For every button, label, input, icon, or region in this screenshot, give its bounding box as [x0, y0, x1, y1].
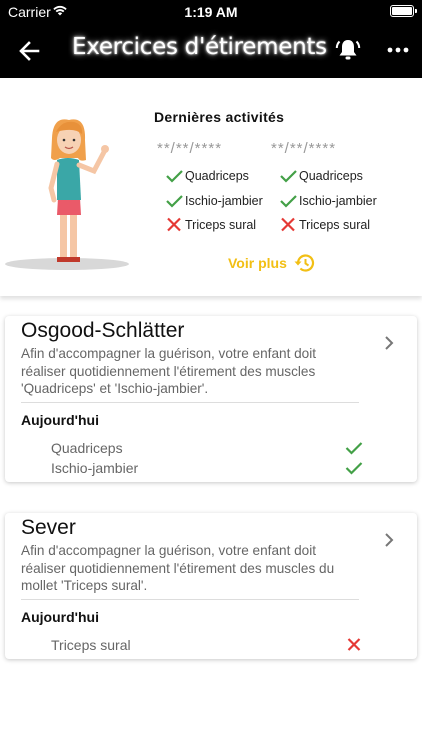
- activity-date: **/**/****: [271, 140, 337, 157]
- card-description: Afin d'accompagner la guérison, votre en…: [21, 543, 335, 593]
- chevron-right-icon[interactable]: [383, 336, 395, 350]
- exercise-label: Ischio-jambier: [51, 460, 139, 476]
- exercise-label: Quadriceps: [51, 440, 123, 456]
- cross-icon: [281, 217, 295, 232]
- cross-icon: [347, 638, 361, 651]
- activity-item: Triceps sural: [157, 213, 277, 238]
- check-icon: [280, 194, 297, 208]
- check-icon: [166, 194, 183, 208]
- today-label: Aujourd'hui: [21, 609, 99, 625]
- check-icon: [345, 462, 363, 475]
- battery-icon: [390, 5, 417, 17]
- card-title: Osgood-Schlätter: [21, 319, 185, 342]
- card-title: Sever: [21, 516, 76, 539]
- history-icon: [294, 254, 314, 272]
- child-waving-illustration: [5, 119, 129, 270]
- activity-summary: Dernières activités **/**/**** Quadricep…: [0, 78, 422, 296]
- activity-date: **/**/****: [157, 140, 223, 157]
- arrow-left-icon[interactable]: [14, 36, 44, 66]
- exercise-row: Ischio-jambier: [51, 458, 363, 478]
- check-icon: [166, 170, 183, 183]
- activity-item: Ischio-jambier: [271, 189, 391, 214]
- page-title: Exercices d'étirements: [72, 34, 327, 60]
- activity-item-label: Ischio-jambier: [185, 193, 263, 208]
- exercise-row: Quadriceps: [51, 438, 363, 458]
- activity-item-label: Triceps sural: [185, 218, 257, 233]
- alarm-bell-icon[interactable]: [334, 36, 362, 64]
- condition-card[interactable]: Sever Afin d'accompagner la guérison, vo…: [5, 513, 417, 659]
- app-bar: Exercices d'étirements: [0, 24, 422, 78]
- chevron-right-icon[interactable]: [383, 533, 395, 547]
- activity-item: Triceps sural: [271, 213, 391, 238]
- activity-item: Ischio-jambier: [157, 189, 277, 214]
- exercise-row: Triceps sural: [51, 635, 363, 655]
- activity-item-label: Quadriceps: [185, 169, 249, 184]
- see-more-button[interactable]: Voir plus: [228, 253, 315, 273]
- card-description: Afin d'accompagner la guérison, votre en…: [21, 346, 317, 396]
- activity-item-label: Ischio-jambier: [299, 193, 377, 208]
- today-label: Aujourd'hui: [21, 412, 99, 428]
- see-more-label: Voir plus: [228, 255, 287, 271]
- check-icon: [280, 170, 297, 183]
- activity-item-label: Quadriceps: [299, 169, 363, 184]
- recent-activities-title: Dernières activités: [154, 109, 285, 125]
- condition-card[interactable]: Osgood-Schlätter Afin d'accompagner la g…: [5, 316, 417, 482]
- divider: [21, 402, 359, 403]
- activity-item: Quadriceps: [157, 164, 277, 189]
- exercise-label: Triceps sural: [51, 637, 131, 653]
- activity-column: **/**/**** Quadriceps Ischio-jambier Tri…: [157, 140, 277, 238]
- activity-column: **/**/**** Quadriceps Ischio-jambier Tri…: [271, 140, 391, 238]
- clock: 1:19 AM: [184, 4, 238, 20]
- more-dots-icon[interactable]: [384, 36, 412, 64]
- cross-icon: [167, 217, 181, 232]
- check-icon: [345, 442, 363, 455]
- activity-item-label: Triceps sural: [299, 218, 371, 233]
- status-bar: Carrier 1:19 AM: [0, 0, 422, 24]
- activity-item: Quadriceps: [271, 164, 391, 189]
- divider: [21, 599, 359, 600]
